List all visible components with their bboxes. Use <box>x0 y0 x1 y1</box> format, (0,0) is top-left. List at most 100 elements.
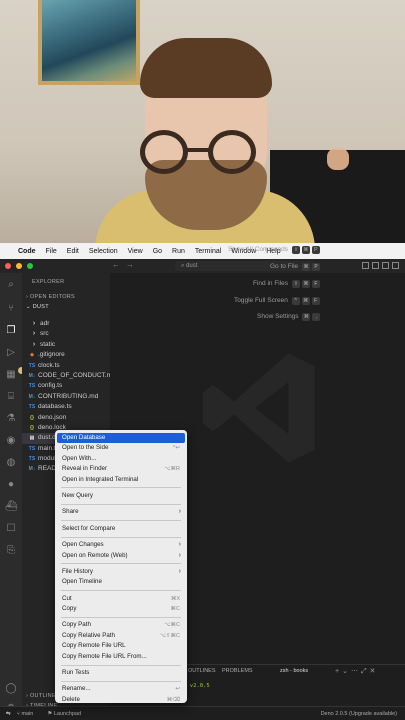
menu-file[interactable]: File <box>46 248 57 255</box>
file-tree-item-contributing-md[interactable]: M↓ CONTRIBUTING.md <box>22 392 110 402</box>
zoom-window-button[interactable] <box>27 263 33 269</box>
menu-item-open-timeline[interactable]: Open Timeline <box>55 577 187 587</box>
file-tree-item-label: static <box>40 340 56 348</box>
shortcut-label[interactable]: Show All Commands <box>228 246 288 253</box>
salt-lamp <box>327 148 349 170</box>
extensions-icon[interactable]: ▦ <box>5 367 25 381</box>
shortcut-row: Find in Files ⇧ ⌘ F <box>253 280 320 288</box>
menu-separator <box>61 536 181 538</box>
shortcut-label[interactable]: Show Settings <box>257 313 299 320</box>
file-type-icon: TS <box>28 383 36 390</box>
shortcut-label[interactable]: Find in Files <box>253 280 288 287</box>
deno-version-status[interactable]: Deno 2.0.5 (Upgrade available) <box>321 711 397 717</box>
panel-tab-problems[interactable]: PROBLEMS <box>222 668 253 674</box>
menu-item-copy[interactable]: Copy ⌘C <box>55 604 187 614</box>
submenu-chevron-icon: › <box>178 541 181 549</box>
menu-item-copy-path[interactable]: Copy Path ⌥⌘C <box>55 620 187 630</box>
menu-run[interactable]: Run <box>172 248 185 255</box>
file-tree-item-adr[interactable]: › adr <box>22 319 110 329</box>
vscode-watermark-icon <box>202 353 315 463</box>
menu-go[interactable]: Go <box>153 248 162 255</box>
menu-item-rename[interactable]: Rename... ↩ <box>55 684 187 694</box>
file-tree-item-src[interactable]: › src <box>22 329 110 339</box>
keycap: , <box>312 313 321 321</box>
menu-item-copy-relative-path[interactable]: Copy Relative Path ⌥⇧⌘C <box>55 631 187 641</box>
customize-layout-icon[interactable] <box>392 262 399 269</box>
menu-item-delete[interactable]: Delete ⌘⌫ <box>55 695 187 705</box>
file-tree-item-clock-ts[interactable]: TS clock.ts <box>22 361 110 371</box>
close-window-button[interactable] <box>5 263 11 269</box>
menu-item-new-query[interactable]: New Query <box>55 491 187 501</box>
file-tree-item--gitignore[interactable]: ◆ .gitignore <box>22 350 110 360</box>
menu-edit[interactable]: Edit <box>67 248 79 255</box>
file-tree-item-label: .gitignore <box>38 351 65 359</box>
deno-icon[interactable]: ● <box>5 479 17 491</box>
toggle-sidebar-icon[interactable] <box>362 262 369 269</box>
menu-item-file-history[interactable]: File History › <box>55 567 187 577</box>
toggle-panel-icon[interactable] <box>372 262 379 269</box>
file-tree-item-label: database.ts <box>38 403 72 411</box>
file-context-menu: Open Database Open to the Side ^↩ Open With… <box>55 430 187 703</box>
menu-item-open-changes[interactable]: Open Changes › <box>55 540 187 550</box>
menu-item-reveal-in-finder[interactable]: Reveal in Finder ⌥⌘R <box>55 464 187 474</box>
file-type-icon: {} <box>30 414 34 421</box>
panel-tab-outlines[interactable]: OUTLINES <box>188 668 216 674</box>
menu-item-open-on-remote-web[interactable]: Open on Remote (Web) › <box>55 551 187 561</box>
menu-item-cut[interactable]: Cut ⌘X <box>55 594 187 604</box>
outline-section[interactable]: › OUTLINE <box>26 693 56 699</box>
project-section[interactable]: ⌄ DUST <box>26 304 49 310</box>
menu-selection[interactable]: Selection <box>89 248 118 255</box>
search-icon[interactable]: ⌕ <box>5 279 17 291</box>
file-tree-item-code-of-conduct-md[interactable]: M↓ CODE_OF_CONDUCT.md <box>22 371 116 381</box>
explorer-icon[interactable]: ❐ <box>5 325 17 337</box>
shortcut-row: Show Settings ⌘, <box>257 313 321 321</box>
panel-actions-icon[interactable]: +⌄⋯⤢✕ <box>335 667 378 676</box>
menu-item-select-for-compare[interactable]: Select for Compare <box>55 524 187 534</box>
app-menu[interactable]: Code <box>18 248 36 255</box>
launchpad-status[interactable]: ⚑ Launchpad <box>47 711 81 717</box>
tasks-icon[interactable]: ☐ <box>5 523 17 535</box>
remote-explorer-icon[interactable]: ⌸ <box>5 391 17 403</box>
minimize-window-button[interactable] <box>16 263 22 269</box>
terminal-tab[interactable]: zsh - books <box>280 668 308 674</box>
database-icon[interactable]: ◍ <box>5 457 17 469</box>
menu-item-label: Reveal in Finder <box>62 465 108 473</box>
file-tree-item-config-ts[interactable]: TS config.ts <box>22 381 110 391</box>
menu-item-share[interactable]: Share › <box>55 507 187 517</box>
source-control-icon[interactable]: ⑂ <box>5 303 17 315</box>
branch-label: main <box>21 710 34 717</box>
file-tree-item-deno-json[interactable]: {} deno.json <box>22 413 110 423</box>
account-icon[interactable]: ◯ <box>5 683 17 695</box>
launchpad-label: Launchpad <box>53 710 82 717</box>
keycap: ⌘ <box>302 313 311 321</box>
nav-arrows-icon[interactable]: ←→ <box>112 260 140 269</box>
shortcut-label[interactable]: Toggle Full Screen <box>234 297 288 304</box>
menu-view[interactable]: View <box>128 248 143 255</box>
testing-icon[interactable]: ⚗ <box>5 413 17 425</box>
branch-status[interactable]: ⑂ main <box>17 711 34 717</box>
remote-indicator-icon[interactable]: ⇋ <box>6 711 11 717</box>
menu-item-copy-remote-file-url-from[interactable]: Copy Remote File URL From... <box>55 652 187 662</box>
gitlens-icon[interactable]: ◉ <box>5 435 17 447</box>
file-tree-item-database-ts[interactable]: TS database.ts <box>22 402 110 412</box>
file-type-icon: TS <box>28 445 36 452</box>
menu-item-open-database[interactable]: Open Database <box>57 433 185 444</box>
run-debug-icon[interactable]: ▷ <box>5 347 17 359</box>
menu-item-open-to-the-side[interactable]: Open to the Side ^↩ <box>55 443 187 453</box>
bookmark-icon[interactable]: ⎘ <box>5 545 17 557</box>
menu-item-open-with[interactable]: Open With... <box>55 454 187 464</box>
toggle-secondary-sidebar-icon[interactable] <box>382 262 389 269</box>
menu-item-open-in-integrated-terminal[interactable]: Open in Integrated Terminal <box>55 475 187 485</box>
menu-separator <box>61 503 181 505</box>
menu-item-run-tests[interactable]: Run Tests <box>55 668 187 678</box>
menu-item-label: Open With... <box>62 454 97 462</box>
shortcut-label[interactable]: Go to File <box>270 263 298 270</box>
docker-icon[interactable]: ⛴ <box>5 501 18 513</box>
file-type-icon: M↓ <box>28 393 36 400</box>
presenter-hair <box>140 38 272 98</box>
file-tree-item-static[interactable]: › static <box>22 340 110 350</box>
open-editors-section[interactable]: › OPEN EDITORS <box>26 294 75 300</box>
file-type-icon: {} <box>30 424 34 431</box>
menu-item-copy-remote-file-url[interactable]: Copy Remote File URL <box>55 641 187 651</box>
menu-terminal[interactable]: Terminal <box>195 248 221 255</box>
